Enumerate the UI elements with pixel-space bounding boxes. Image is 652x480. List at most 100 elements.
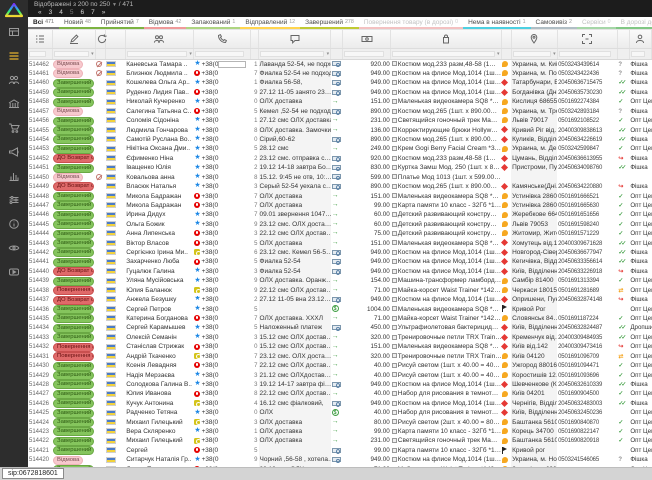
- tab-запакований[interactable]: Запакований1: [186, 17, 240, 29]
- customer-phone[interactable]: ★+38(0: [193, 371, 250, 380]
- order-row[interactable]: 514420ВідмоваСитарчук Наталія Гр..★+38(0…: [28, 456, 652, 465]
- tracking-number[interactable]: 0503242893184: [557, 107, 617, 116]
- customer-phone[interactable]: ★+38(0: [193, 173, 250, 182]
- column-filter[interactable]: [557, 49, 617, 60]
- column-filter[interactable]: [28, 49, 52, 60]
- tracking-number[interactable]: 20450632483003: [557, 399, 617, 408]
- sip-phone-indicator[interactable]: sip:0672818601: [2, 468, 64, 479]
- order-row[interactable]: 514440ДО Возврат ск.Гуцалюк Галина★+38(0…: [28, 267, 652, 276]
- order-row[interactable]: 514449ДО Возврат ск.Власюк Наталья★+38(0…: [28, 182, 652, 191]
- order-row[interactable]: 514442ЗавершенийСергієнко Ірина Ми..+38(…: [28, 248, 652, 257]
- column-header-phone[interactable]: [193, 30, 250, 49]
- tracking-number[interactable]: 20450634226619: [557, 135, 617, 144]
- customer-phone[interactable]: ★+38(0: [193, 211, 250, 220]
- order-row[interactable]: 514447ЗавершенийМикола Бадражан+38(07ОЛХ…: [28, 201, 652, 210]
- order-row[interactable]: 514457ВідмоваСалегина Татьяна С..+38(05К…: [28, 107, 652, 116]
- order-row[interactable]: 514421ЗавершенийСергей+38(0599.00Карта п…: [28, 446, 652, 455]
- tracking-number[interactable]: 20450632450236: [557, 409, 617, 418]
- tracking-number[interactable]: 20450632610339: [557, 380, 617, 389]
- tracking-number[interactable]: 0501691187224: [557, 314, 617, 323]
- customer-phone[interactable]: ★+38(0: [193, 135, 250, 144]
- tracking-number[interactable]: 20450634098760: [557, 164, 617, 173]
- sidebar-item-marketing[interactable]: [0, 140, 28, 164]
- column-header-customers[interactable]: [125, 30, 193, 49]
- customer-phone[interactable]: +38(0: [193, 230, 250, 239]
- order-row[interactable]: 514459ЗавершенийРуденко Лидия Пав..+38(0…: [28, 88, 652, 97]
- tab-завершений[interactable]: Завершений278: [300, 17, 359, 29]
- order-row[interactable]: 514454ЗавершенийСамотій Руслана Во..★+38…: [28, 135, 652, 144]
- order-row[interactable]: 514445ЗавершенийОльга Божик★+38(0923.12 …: [28, 220, 652, 229]
- tracking-number[interactable]: 0501690822147: [557, 427, 617, 436]
- order-row[interactable]: 514441ЗавершенийЗахарченко Люба+38(05Фиа…: [28, 258, 652, 267]
- app-logo[interactable]: [0, 0, 28, 20]
- customer-phone[interactable]: ★+38(0: [193, 296, 250, 305]
- column-filter[interactable]: [501, 49, 511, 60]
- tracking-number[interactable]: 0501691281689: [557, 286, 617, 295]
- tracking-number[interactable]: 0503241546065: [557, 456, 617, 465]
- tracking-number[interactable]: 20450636715475: [557, 79, 617, 88]
- column-header-status-edit[interactable]: [52, 30, 95, 49]
- order-row[interactable]: 514424ЗавершенийМихаил Гилецький+38(03ОЛ…: [28, 418, 652, 427]
- customer-phone[interactable]: +38(0: [193, 258, 250, 267]
- tracking-number[interactable]: 20450636613955: [557, 154, 617, 163]
- tab-в-дорозі-додому[interactable]: В дорозі додому0: [616, 17, 652, 29]
- order-row[interactable]: 514433ЗавершенийОлексій Семанін★+38(0315…: [28, 333, 652, 342]
- sidebar-item-suppliers[interactable]: [0, 92, 28, 116]
- tracking-number[interactable]: [557, 446, 617, 455]
- tracking-number[interactable]: [557, 305, 617, 314]
- customer-phone[interactable]: ★+38(0: [193, 277, 250, 286]
- order-row[interactable]: 514423ЗавершенийВера Скляренко★+38(01ОЛХ…: [28, 427, 652, 436]
- sidebar-item-orders-list[interactable]: [0, 44, 28, 68]
- customer-phone[interactable]: ★+38(0: [193, 305, 250, 314]
- order-row[interactable]: 514453ЗавершенийНікітіна Оксана Дми..★+3…: [28, 145, 652, 154]
- column-header-refresh[interactable]: [95, 30, 105, 49]
- filter-caret-icon[interactable]: ▾: [189, 51, 192, 57]
- order-row[interactable]: 514450ВідмоваКовальова анна★+38(0815.12.…: [28, 173, 652, 182]
- order-row[interactable]: 514434ЗавершенийСергей Карамышев★+38(05Н…: [28, 324, 652, 333]
- tracking-number[interactable]: 0501691598240: [557, 220, 617, 229]
- order-row[interactable]: 514444ЗавершенийАнна Липенська+38(0322.1…: [28, 230, 652, 239]
- customer-phone[interactable]: +38(0: [193, 418, 250, 427]
- sidebar-item-cart[interactable]: [0, 116, 28, 140]
- tracking-number[interactable]: 20450636677947: [557, 248, 617, 257]
- tracking-number[interactable]: 20450632824487: [557, 324, 617, 333]
- column-header-id-list[interactable]: [28, 30, 52, 49]
- pager-first-button[interactable]: «: [38, 9, 42, 16]
- tracking-number[interactable]: 20400309473416: [557, 343, 617, 352]
- order-row[interactable]: 514425ЗавершенийРадченко Тетяна★+38(00ОЛ…: [28, 409, 652, 418]
- customer-phone[interactable]: +38(0: [193, 343, 250, 352]
- order-row[interactable]: 514458ЗавершенийНиколай Кучеренко★+38(00…: [28, 98, 652, 107]
- order-row[interactable]: 514439ЗавершенийУляна Мусійовська★+38(09…: [28, 277, 652, 286]
- customer-phone[interactable]: +38(0: [193, 362, 250, 371]
- tracking-number[interactable]: 0501691096709: [557, 352, 617, 361]
- tracking-number[interactable]: 20450633226918: [557, 267, 617, 276]
- customer-phone[interactable]: ★+38(0: [193, 164, 250, 173]
- sidebar-item-monitoring[interactable]: [0, 236, 28, 260]
- tracking-number[interactable]: 0503242599847: [557, 145, 617, 154]
- column-filter[interactable]: [95, 49, 105, 60]
- customer-phone[interactable]: +38(0: [193, 390, 250, 399]
- column-header-location[interactable]: [511, 30, 557, 49]
- customer-phone[interactable]: +38(0: [193, 314, 250, 323]
- pager-page-6[interactable]: 6: [81, 9, 85, 16]
- order-row[interactable]: 514443ЗавершенийВіктор Власов+38(05ОЛХ д…: [28, 239, 652, 248]
- column-header[interactable]: [250, 30, 258, 49]
- tracking-number[interactable]: 0501691313394: [557, 277, 617, 286]
- column-header[interactable]: [617, 30, 629, 49]
- tab-all[interactable]: Всі471: [28, 17, 59, 29]
- order-row[interactable]: 514427ЗавершенийЮлия Иванова+38(0822.12 …: [28, 390, 652, 399]
- sidebar-item-info[interactable]: [0, 212, 28, 236]
- order-row[interactable]: 514432Повернення (з..Станіслав Стрижак+3…: [28, 343, 652, 352]
- order-row[interactable]: 514455ЗавершенийЛюдмила Гончарова★+38(08…: [28, 126, 652, 135]
- column-filter[interactable]: [331, 49, 343, 60]
- customer-phone[interactable]: ★+38(0: [193, 324, 250, 333]
- customer-phone[interactable]: ★+38(0: [193, 60, 250, 70]
- order-row[interactable]: 514429ЗавершенийНадія Мерзаєва★+38(0321.…: [28, 371, 652, 380]
- tab-відмова[interactable]: Відмова42: [144, 17, 187, 29]
- customer-phone[interactable]: ★+38(0: [193, 154, 250, 163]
- customer-phone[interactable]: ★+38(0: [193, 427, 250, 436]
- tracking-number[interactable]: 20400309838613: [557, 126, 617, 135]
- tracking-number[interactable]: 0503243439614: [557, 60, 617, 70]
- order-row[interactable]: 514422ЗавершенийМихаил Гилецький+38(03ОЛ…: [28, 437, 652, 446]
- column-filter[interactable]: ▾: [391, 49, 501, 60]
